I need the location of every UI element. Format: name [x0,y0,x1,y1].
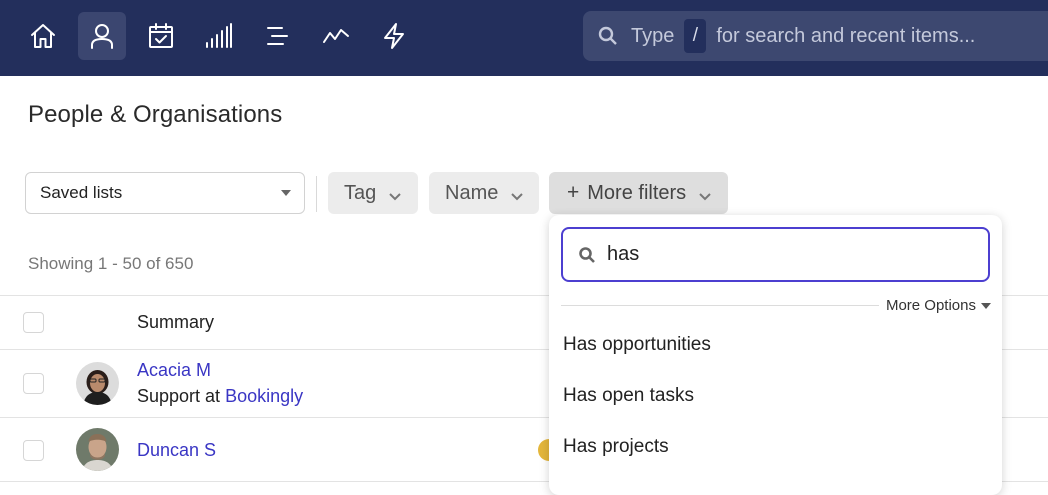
plus-icon: + [567,181,580,204]
saved-lists-select[interactable]: Saved lists [25,172,305,214]
filter-option-has-projects[interactable]: Has projects [563,436,669,458]
more-filters-dropdown: has More Options Has opportunities Has o… [549,215,1002,495]
search-hint-prefix: Type [631,24,675,47]
column-header-summary[interactable]: Summary [137,312,214,333]
avatar[interactable] [76,362,119,405]
caret-down-icon [281,190,291,196]
chevron-down-icon [698,186,712,201]
results-count: Showing 1 - 50 of 650 [28,254,194,273]
more-options-label: More Options [885,297,976,314]
organisation-link[interactable]: Bookingly [225,386,303,406]
calendar-check-icon[interactable] [137,12,185,60]
tag-filter-label: Tag [344,181,377,204]
filter-search-value: has [607,243,640,265]
top-navigation-bar: Type / for search and recent items... [0,0,1048,76]
chevron-down-icon [388,186,402,201]
search-hint-suffix: for search and recent items... [716,24,976,47]
select-all-checkbox[interactable] [23,312,44,333]
bar-signal-icon[interactable] [195,12,243,60]
name-filter-button[interactable]: Name [429,172,539,214]
row-checkbox[interactable] [23,373,44,394]
avatar[interactable] [76,428,119,471]
divider [561,305,879,306]
divider [316,176,317,212]
home-icon[interactable] [19,12,67,60]
more-options-button[interactable]: More Options [886,297,991,314]
row-checkbox[interactable] [23,440,44,461]
person-name-link[interactable]: Duncan S [137,440,216,461]
trend-line-icon[interactable] [312,12,360,60]
more-filters-label: More filters [587,181,687,204]
search-icon [578,246,596,264]
list-align-icon[interactable] [254,12,302,60]
filter-option-has-opportunities[interactable]: Has opportunities [563,334,711,356]
filter-search-input[interactable]: has [561,227,990,282]
more-filters-button[interactable]: + More filters [549,172,728,214]
lightning-icon[interactable] [370,12,418,60]
role-text: Support at [137,386,221,406]
search-shortcut-key: / [684,19,707,53]
name-filter-label: Name [445,181,499,204]
search-icon [597,25,619,47]
saved-lists-label: Saved lists [40,183,123,202]
chevron-down-icon [510,186,524,201]
global-search-bar[interactable]: Type / for search and recent items... [583,11,1048,61]
tag-filter-button[interactable]: Tag [328,172,418,214]
page-title: People & Organisations [28,101,283,128]
person-name-link[interactable]: Acacia M [137,360,211,381]
caret-down-icon [981,302,991,309]
person-icon[interactable] [78,12,126,60]
filter-option-has-open-tasks[interactable]: Has open tasks [563,385,694,407]
person-role: Support at Bookingly [137,386,303,407]
